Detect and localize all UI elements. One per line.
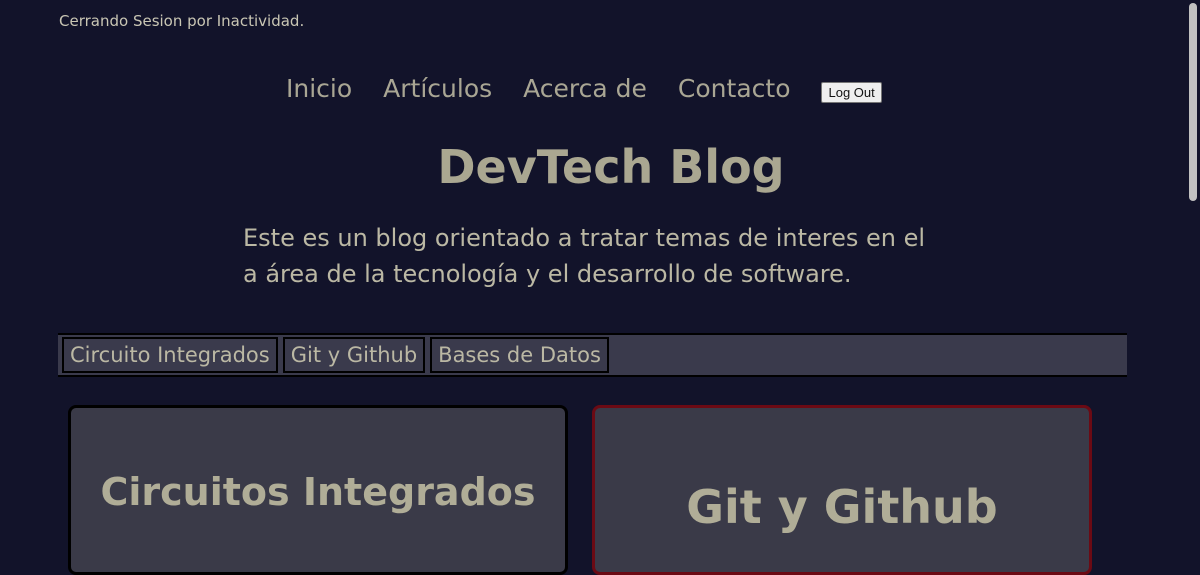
category-bases-de-datos[interactable]: Bases de Datos [430,337,609,373]
main-nav: Inicio Artículos Acerca de Contacto Log … [286,72,882,106]
category-git-github[interactable]: Git y Github [282,337,426,373]
nav-link-inicio[interactable]: Inicio [286,72,352,106]
card-title: Circuitos Integrados [100,470,536,514]
blog-description: Este es un blog orientado a tratar temas… [243,224,926,288]
scrollbar-thumb[interactable] [1189,3,1197,201]
nav-link-contacto[interactable]: Contacto [678,72,791,106]
category-bar: Circuito Integrados Git y Github Bases d… [58,333,1127,377]
category-circuitos-integrados[interactable]: Circuito Integrados [62,337,278,373]
page-title: DevTech Blog [437,140,785,194]
nav-link-acerca-de[interactable]: Acerca de [523,72,647,106]
card-title: Git y Github [686,480,998,534]
logout-button[interactable]: Log Out [821,81,882,103]
nav-link-articulos[interactable]: Artículos [383,72,492,106]
page-scrollbar[interactable] [1185,0,1200,550]
inactivity-status-text: Cerrando Sesion por Inactividad. [59,12,305,30]
